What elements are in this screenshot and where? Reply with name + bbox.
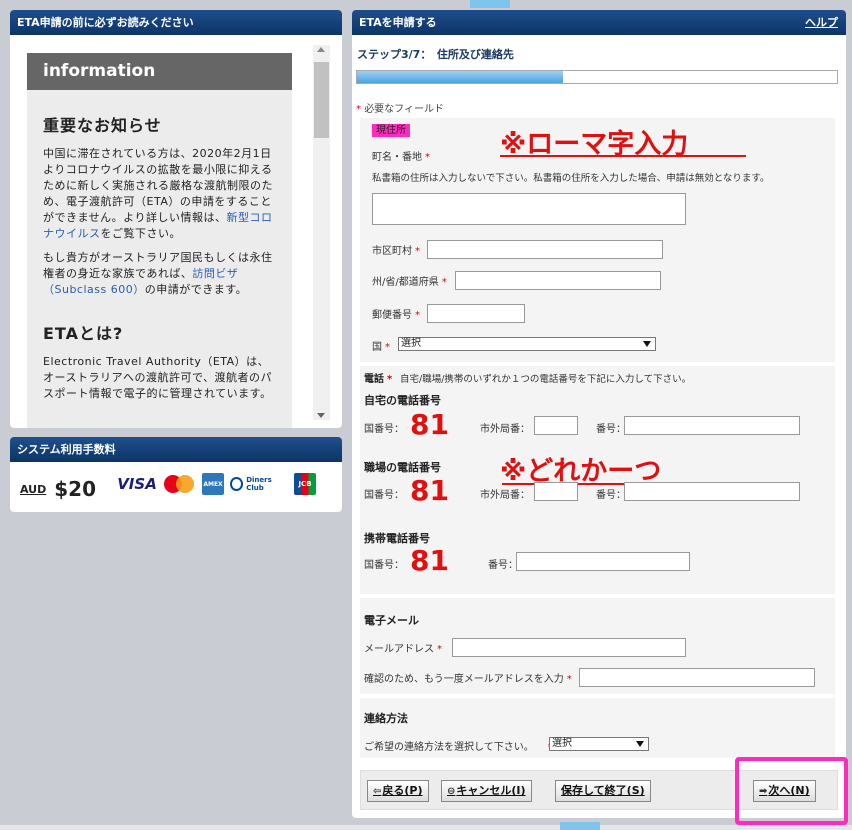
bottom-tab-indicator [560, 822, 600, 830]
scroll-up-icon[interactable] [317, 47, 325, 52]
phone-section: 電話 * 自宅/職場/携帯のいずれか１つの電話番号を下記に入力して下さい。 自宅の… [360, 366, 835, 594]
fee-currency: AUD [20, 482, 47, 496]
state-input[interactable] [455, 271, 661, 290]
street-label: 町名・番地 * [372, 152, 430, 163]
info-panel-body: information 重要なお知らせ 中国に滞在されている方は、2020年2月… [10, 35, 342, 428]
mobile-number-input[interactable] [516, 552, 690, 571]
info-scrollbar[interactable] [313, 45, 330, 420]
mobile-number-label: 番号： [488, 560, 518, 571]
help-link[interactable]: ヘルプ [805, 10, 838, 35]
jcb-icon: JCB [294, 473, 316, 495]
state-label: 州/省/都道府県 * [372, 277, 447, 288]
contact-method-select[interactable]: 選択 [549, 737, 649, 751]
step-indicator: ステップ3/7： 住所及び連絡先 [357, 48, 514, 61]
visa-icon: VISA [117, 475, 157, 493]
home-number-label: 番号： [596, 424, 626, 435]
work-code-annotation: 81 [410, 474, 449, 507]
required-note: * 必要なフィールド [356, 104, 444, 115]
mastercard-icon [162, 473, 196, 495]
email-input[interactable] [452, 638, 686, 657]
email-confirm-label: 確認のため、もう一度メールアドレスを入力 * [364, 674, 572, 685]
home-number-input[interactable] [624, 416, 800, 435]
work-area-code-input[interactable] [534, 482, 578, 501]
back-button[interactable]: ⇦戻る(P) [367, 780, 429, 802]
street-input[interactable] [372, 193, 686, 225]
contact-label: ご希望の連絡方法を選択して下さい。* [364, 742, 553, 753]
diners-club-icon: Diners Club [230, 473, 288, 495]
save-exit-button[interactable]: 保存して終了(S) [555, 780, 651, 802]
amex-icon: AMEX [202, 473, 224, 495]
next-highlight-box [735, 757, 848, 825]
mobile-code-annotation: 81 [410, 544, 449, 577]
main-panel-title: ETAを申請する [359, 16, 437, 29]
mobile-country-code-label: 国番号： [364, 560, 404, 571]
main-panel: ETAを申請する ヘルプ ステップ3/7： 住所及び連絡先 * 必要なフィールド… [352, 10, 846, 818]
address-title: 現住所 [372, 124, 410, 137]
home-phone-title: 自宅の電話番号 [364, 394, 441, 407]
romaji-underline [500, 155, 746, 157]
info-card: information 重要なお知らせ 中国に滞在されている方は、2020年2月… [27, 53, 292, 428]
home-country-code-label: 国番号： [364, 424, 404, 435]
city-input[interactable] [427, 240, 663, 259]
country-select-value: 選択 [401, 338, 421, 349]
work-number-input[interactable] [624, 482, 800, 501]
phone-instruction: 自宅/職場/携帯のいずれか１つの電話番号を下記に入力して下さい。 [400, 374, 692, 385]
email-section: 電子メール メールアドレス * 確認のため、もう一度メールアドレスを入力 * [360, 598, 835, 694]
phone-title: 電話 * [364, 374, 393, 385]
bottom-strip [0, 825, 852, 830]
postal-label: 郵便番号 * [372, 310, 420, 321]
scroll-down-icon[interactable] [317, 413, 325, 418]
work-area-code-label: 市外局番： [480, 490, 530, 501]
main-panel-header: ETAを申請する ヘルプ [352, 10, 846, 35]
home-area-code-label: 市外局番： [480, 424, 530, 435]
notice-heading: 重要なお知らせ [43, 116, 162, 135]
contact-title: 連絡方法 [364, 712, 408, 725]
postal-input[interactable] [427, 304, 525, 323]
contact-section: 連絡方法 ご希望の連絡方法を選択して下さい。* 選択 [360, 698, 835, 758]
cancel-icon: ⊖ [447, 786, 456, 797]
back-arrow-icon: ⇦ [373, 786, 382, 797]
address-section: 現住所 ※ローマ字入力 町名・番地 * 私書箱の住所は入力しないで下さい。私書箱の… [360, 118, 835, 362]
fee-panel-header: システム利用手数料 [10, 437, 342, 462]
notice2-text-end: の申請ができます。 [144, 283, 248, 296]
home-code-annotation: 81 [410, 408, 449, 441]
home-area-code-input[interactable] [534, 416, 578, 435]
fee-amount: $20 [54, 477, 96, 501]
work-country-code-label: 国番号： [364, 490, 404, 501]
notice-paragraph-1: 中国に滞在されている方は、2020年2月1日よりコロナウイルスの拡散を最小限に抑… [43, 146, 276, 242]
progress-bar [356, 70, 838, 84]
card-logos: VISA AMEX Diners Club JCB [117, 473, 316, 495]
fee-panel: システム利用手数料 AUD $20 VISA AMEX Diners Club … [10, 437, 342, 512]
country-label: 国 * [372, 342, 390, 353]
notice-text-end: をご覧下さい。 [100, 227, 181, 240]
street-note: 私書箱の住所は入力しないで下さい。私書箱の住所を入力した場合、申請は無効となりま… [372, 173, 770, 184]
info-card-title: information [27, 53, 292, 90]
chevron-down-icon [643, 341, 651, 347]
eta-paragraph: Electronic Travel Authority（ETA）は、オーストラリ… [43, 355, 273, 400]
email-confirm-input[interactable] [579, 668, 815, 687]
email-title: 電子メール [364, 614, 419, 627]
info-panel-header: ETA申請の前に必ずお読みください [10, 10, 342, 35]
progress-fill [357, 71, 564, 83]
required-note-text: 必要なフィールド [364, 104, 444, 115]
top-tab-indicator [470, 0, 510, 8]
info-panel: ETA申請の前に必ずお読みください information 重要なお知らせ 中国… [10, 10, 342, 428]
notice-paragraph-2: もし貴方がオーストラリア国民もしくは永住権者の身近な家族であれば、訪問ビザ（Su… [43, 250, 276, 298]
work-number-label: 番号： [596, 490, 626, 501]
cancel-button[interactable]: ⊖キャンセル(I) [441, 780, 532, 802]
eta-heading: ETAとは? [43, 324, 124, 343]
contact-select-value: 選択 [552, 738, 572, 749]
city-label: 市区町村 * [372, 246, 420, 257]
country-select[interactable]: 選択 [398, 337, 656, 351]
email-label: メールアドレス * [364, 644, 442, 655]
work-phone-title: 職場の電話番号 [364, 461, 441, 474]
scroll-thumb[interactable] [314, 62, 329, 138]
chevron-down-icon [636, 741, 644, 747]
